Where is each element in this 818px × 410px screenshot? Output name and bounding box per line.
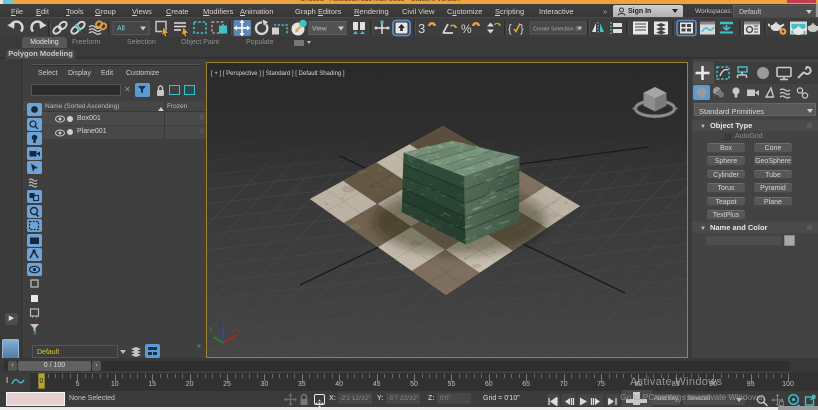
- svg-text:All: All: [117, 26, 125, 33]
- svg-text:x: x: [237, 328, 241, 335]
- svg-text:y: y: [209, 326, 213, 333]
- svg-text:3: 3: [418, 21, 425, 36]
- svg-text:[ + ] [ Perspective ] [ Standa: [ + ] [ Perspective ] [ Standard ] [ Def…: [211, 71, 345, 77]
- svg-text:View: View: [312, 26, 327, 33]
- svg-text:Create Selection Se: Create Selection Se: [533, 27, 582, 33]
- svg-text:}: }: [520, 23, 524, 35]
- svg-text:{: {: [508, 23, 512, 35]
- svg-text:%: %: [461, 22, 472, 36]
- svg-text:z: z: [221, 322, 225, 329]
